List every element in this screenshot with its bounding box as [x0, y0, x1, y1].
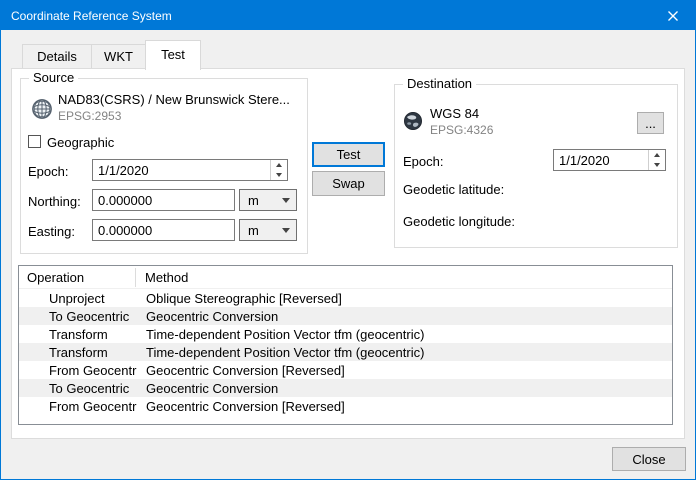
destination-epoch-spinner: [648, 150, 665, 170]
northing-label: Northing:: [28, 194, 81, 209]
method-cell: Geocentric Conversion [Reversed]: [137, 363, 672, 378]
northing-unit-value: m: [240, 193, 282, 208]
easting-unit-combo[interactable]: m: [239, 219, 297, 241]
operation-cell: To Geocentric: [19, 381, 137, 396]
destination-group-label: Destination: [403, 76, 476, 91]
source-epoch-field[interactable]: [92, 159, 288, 181]
operation-cell: To Geocentric: [19, 309, 137, 324]
easting-unit-value: m: [240, 223, 282, 238]
source-epoch-spinner: [270, 160, 287, 180]
browse-crs-button[interactable]: ...: [637, 112, 664, 134]
spin-up-icon[interactable]: [649, 150, 665, 160]
operations-table-header: Operation Method: [19, 266, 672, 289]
source-group-label: Source: [29, 70, 78, 85]
tab-test[interactable]: Test: [145, 40, 201, 70]
easting-field[interactable]: [92, 219, 235, 241]
source-epoch-input[interactable]: [93, 160, 270, 180]
northing-input[interactable]: [93, 190, 234, 210]
operation-cell: From Geocentric: [19, 399, 137, 414]
destination-epoch-input[interactable]: [554, 150, 648, 170]
easting-label: Easting:: [28, 224, 75, 239]
table-row[interactable]: To Geocentric Geocentric Conversion: [19, 307, 672, 325]
dropdown-arrow-icon: [282, 198, 290, 203]
window-close-button[interactable]: [650, 1, 695, 30]
swap-button[interactable]: Swap: [312, 171, 385, 196]
operation-cell: Transform: [19, 327, 137, 342]
destination-crs-name: WGS 84: [430, 106, 479, 121]
method-cell: Time-dependent Position Vector tfm (geoc…: [137, 345, 672, 360]
method-cell: Geocentric Conversion: [137, 381, 672, 396]
tab-details[interactable]: Details: [22, 44, 92, 69]
geodetic-longitude-label: Geodetic longitude:: [403, 214, 515, 229]
method-cell: Oblique Stereographic [Reversed]: [137, 291, 672, 306]
globe-earth-icon: [403, 111, 423, 131]
spin-down-icon[interactable]: [649, 160, 665, 170]
destination-crs-code: EPSG:4326: [430, 123, 493, 137]
operation-cell: From Geocentric: [19, 363, 137, 378]
operation-cell: Unproject: [19, 291, 137, 306]
table-row[interactable]: From Geocentric Geocentric Conversion [R…: [19, 361, 672, 379]
northing-field[interactable]: [92, 189, 235, 211]
method-cell: Time-dependent Position Vector tfm (geoc…: [137, 327, 672, 342]
title-bar: Coordinate Reference System: [1, 1, 695, 30]
operations-table-body: Unproject Oblique Stereographic [Reverse…: [19, 289, 672, 415]
window-title: Coordinate Reference System: [1, 9, 172, 23]
table-row[interactable]: Unproject Oblique Stereographic [Reverse…: [19, 289, 672, 307]
source-crs-name: NAD83(CSRS) / New Brunswick Stere...: [58, 92, 290, 107]
table-row[interactable]: From Geocentric Geocentric Conversion [R…: [19, 397, 672, 415]
spin-down-icon[interactable]: [271, 170, 287, 180]
source-epoch-label: Epoch:: [28, 164, 68, 179]
table-row[interactable]: Transform Time-dependent Position Vector…: [19, 343, 672, 361]
method-cell: Geocentric Conversion: [137, 309, 672, 324]
method-cell: Geocentric Conversion [Reversed]: [137, 399, 672, 414]
tab-wkt[interactable]: WKT: [91, 44, 146, 69]
table-row[interactable]: To Geocentric Geocentric Conversion: [19, 379, 672, 397]
column-header-method[interactable]: Method: [136, 270, 672, 285]
column-header-operation[interactable]: Operation: [19, 268, 136, 287]
destination-epoch-field[interactable]: [553, 149, 666, 171]
operation-cell: Transform: [19, 345, 137, 360]
operations-table[interactable]: Operation Method Unproject Oblique Stere…: [18, 265, 673, 425]
table-row[interactable]: Transform Time-dependent Position Vector…: [19, 325, 672, 343]
crs-dialog: Coordinate Reference System Details WKT …: [0, 0, 696, 480]
close-button[interactable]: Close: [612, 447, 686, 471]
source-crs-code: EPSG:2953: [58, 109, 121, 123]
geographic-checkbox-label: Geographic: [47, 135, 114, 150]
easting-input[interactable]: [93, 220, 234, 240]
destination-epoch-label: Epoch:: [403, 154, 443, 169]
test-button[interactable]: Test: [312, 142, 385, 167]
globe-wireframe-icon: [31, 98, 53, 120]
northing-unit-combo[interactable]: m: [239, 189, 297, 211]
geographic-checkbox[interactable]: [28, 135, 41, 148]
dropdown-arrow-icon: [282, 228, 290, 233]
close-icon: [668, 11, 678, 21]
geodetic-latitude-label: Geodetic latitude:: [403, 182, 504, 197]
spin-up-icon[interactable]: [271, 160, 287, 170]
